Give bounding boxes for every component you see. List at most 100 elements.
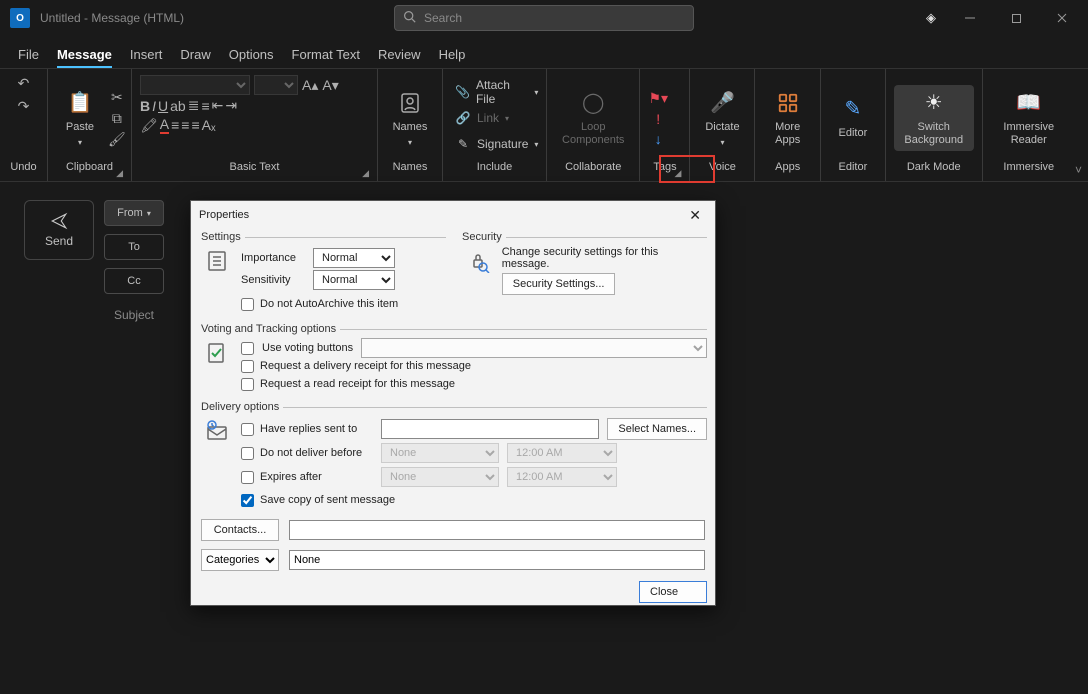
paste-button[interactable]: 📋 Paste ▾ bbox=[56, 85, 104, 152]
expires-time-select[interactable]: 12:00 AM bbox=[507, 467, 617, 487]
dialog-title: Properties bbox=[199, 209, 249, 221]
delivery-receipt-checkbox[interactable] bbox=[241, 360, 254, 373]
numbering-button[interactable]: ≡ bbox=[201, 97, 209, 114]
use-voting-label: Use voting buttons bbox=[262, 342, 353, 354]
format-painter-button[interactable]: 🖌 bbox=[108, 131, 126, 148]
decrease-indent-button[interactable]: ⇤ bbox=[212, 97, 224, 114]
align-center-button[interactable]: ≡ bbox=[181, 116, 189, 134]
signature-button[interactable]: ✎Signature▾ bbox=[451, 132, 542, 156]
editor-button[interactable]: ✎ Editor bbox=[829, 91, 877, 144]
premium-icon[interactable]: ◈ bbox=[926, 10, 936, 26]
tab-message[interactable]: Message bbox=[57, 47, 112, 68]
no-deliver-date-select[interactable]: None bbox=[381, 443, 499, 463]
tab-options[interactable]: Options bbox=[229, 47, 274, 68]
tab-help[interactable]: Help bbox=[439, 47, 466, 68]
more-apps-label: More Apps bbox=[769, 121, 805, 147]
contacts-input[interactable] bbox=[289, 520, 705, 540]
importance-label: Importance bbox=[241, 252, 307, 264]
voting-options-select[interactable] bbox=[361, 338, 707, 358]
close-window-button[interactable] bbox=[1040, 3, 1084, 33]
tab-review[interactable]: Review bbox=[378, 47, 421, 68]
group-apps-label: Apps bbox=[775, 161, 800, 173]
strikethrough-button[interactable]: ab bbox=[170, 97, 186, 114]
more-apps-button[interactable]: More Apps bbox=[763, 85, 811, 151]
window-title: Untitled - Message (HTML) bbox=[40, 11, 184, 25]
paste-label: Paste bbox=[66, 121, 94, 134]
group-voice-label: Voice bbox=[709, 161, 736, 173]
select-names-button[interactable]: Select Names... bbox=[607, 418, 707, 440]
search-input[interactable]: Search bbox=[394, 5, 694, 31]
dictate-button[interactable]: 🎤 Dictate ▾ bbox=[698, 85, 746, 152]
high-importance-button[interactable]: ! bbox=[656, 111, 660, 127]
close-button[interactable]: Close bbox=[639, 581, 707, 603]
minimize-button[interactable] bbox=[948, 3, 992, 33]
bullets-button[interactable]: ≣ bbox=[188, 97, 200, 114]
highlight-button[interactable]: 🖍 bbox=[140, 116, 158, 134]
follow-up-flag-button[interactable]: ⚑▾ bbox=[648, 90, 668, 107]
group-names-label: Names bbox=[393, 161, 428, 173]
security-settings-button[interactable]: Security Settings... bbox=[502, 273, 616, 295]
maximize-button[interactable] bbox=[994, 3, 1038, 33]
apps-grid-icon bbox=[774, 89, 802, 117]
underline-button[interactable]: U bbox=[158, 97, 168, 114]
replies-sent-to-input[interactable] bbox=[381, 419, 599, 439]
undo-button[interactable]: ↶ bbox=[18, 75, 30, 92]
read-receipt-checkbox[interactable] bbox=[241, 378, 254, 391]
chevron-down-icon: ▾ bbox=[720, 138, 724, 148]
increase-font-button[interactable]: A▴ bbox=[302, 77, 318, 94]
decrease-font-button[interactable]: A▾ bbox=[322, 77, 338, 94]
ribbon-options-chevron[interactable]: ˅ bbox=[1075, 69, 1088, 181]
no-autoarchive-checkbox[interactable] bbox=[241, 298, 254, 311]
align-right-button[interactable]: ≡ bbox=[191, 116, 199, 134]
italic-button[interactable]: I bbox=[152, 97, 156, 114]
replies-sent-to-checkbox[interactable] bbox=[241, 423, 254, 436]
delivery-icon bbox=[203, 417, 231, 509]
low-importance-button[interactable]: ↓ bbox=[655, 131, 662, 147]
use-voting-checkbox[interactable] bbox=[241, 342, 254, 355]
copy-button[interactable]: ⧉ bbox=[112, 110, 122, 127]
attach-file-button[interactable]: 📎Attach File▾ bbox=[451, 80, 542, 104]
loop-components-button[interactable]: ◯ Loop Components bbox=[555, 85, 631, 151]
tab-file[interactable]: File bbox=[18, 47, 39, 68]
group-clipboard-label: Clipboard bbox=[66, 161, 113, 173]
tab-draw[interactable]: Draw bbox=[180, 47, 210, 68]
clear-format-button[interactable]: Aₓ bbox=[202, 116, 216, 134]
contacts-button[interactable]: Contacts... bbox=[201, 519, 279, 541]
no-deliver-time-select[interactable]: 12:00 AM bbox=[507, 443, 617, 463]
expires-after-checkbox[interactable] bbox=[241, 471, 254, 484]
link-icon: 🔗 bbox=[455, 111, 471, 125]
font-family-select[interactable] bbox=[140, 75, 250, 95]
expires-date-select[interactable]: None bbox=[381, 467, 499, 487]
immersive-reader-button[interactable]: 📖 Immersive Reader bbox=[991, 85, 1067, 151]
bold-button[interactable]: B bbox=[140, 97, 150, 114]
switch-background-button[interactable]: ☀ Switch Background bbox=[894, 85, 974, 151]
font-color-button[interactable]: A bbox=[160, 116, 169, 134]
categories-input[interactable] bbox=[289, 550, 705, 570]
tags-launcher-icon[interactable]: ◢ bbox=[675, 168, 682, 179]
dialog-close-button[interactable]: ✕ bbox=[683, 205, 707, 226]
link-button[interactable]: 🔗Link▾ bbox=[451, 106, 542, 130]
from-button[interactable]: From▾ bbox=[104, 200, 164, 226]
sensitivity-select[interactable]: Normal bbox=[313, 270, 395, 290]
to-button[interactable]: To bbox=[104, 234, 164, 260]
settings-icon bbox=[203, 247, 231, 313]
tab-insert[interactable]: Insert bbox=[130, 47, 163, 68]
paperclip-icon: 📎 bbox=[455, 85, 470, 99]
basic-text-launcher-icon[interactable]: ◢ bbox=[362, 168, 369, 179]
categories-button[interactable]: Categories bbox=[201, 549, 279, 571]
tab-format-text[interactable]: Format Text bbox=[292, 47, 360, 68]
ribbon: ↶ ↷ Undo 📋 Paste ▾ ✂ ⧉ 🖌 Clipboard◢ A bbox=[0, 68, 1088, 182]
font-size-select[interactable] bbox=[254, 75, 298, 95]
names-button[interactable]: Names ▾ bbox=[386, 85, 434, 152]
importance-select[interactable]: Normal bbox=[313, 248, 395, 268]
send-button[interactable]: Send bbox=[24, 200, 94, 260]
clipboard-launcher-icon[interactable]: ◢ bbox=[116, 168, 123, 179]
redo-button[interactable]: ↷ bbox=[18, 98, 30, 115]
loop-label: Loop Components bbox=[561, 121, 625, 147]
cut-button[interactable]: ✂ bbox=[111, 89, 123, 106]
increase-indent-button[interactable]: ⇥ bbox=[225, 97, 237, 114]
align-left-button[interactable]: ≡ bbox=[171, 116, 179, 134]
cc-button[interactable]: Cc bbox=[104, 268, 164, 294]
no-deliver-before-checkbox[interactable] bbox=[241, 447, 254, 460]
save-copy-checkbox[interactable] bbox=[241, 494, 254, 507]
